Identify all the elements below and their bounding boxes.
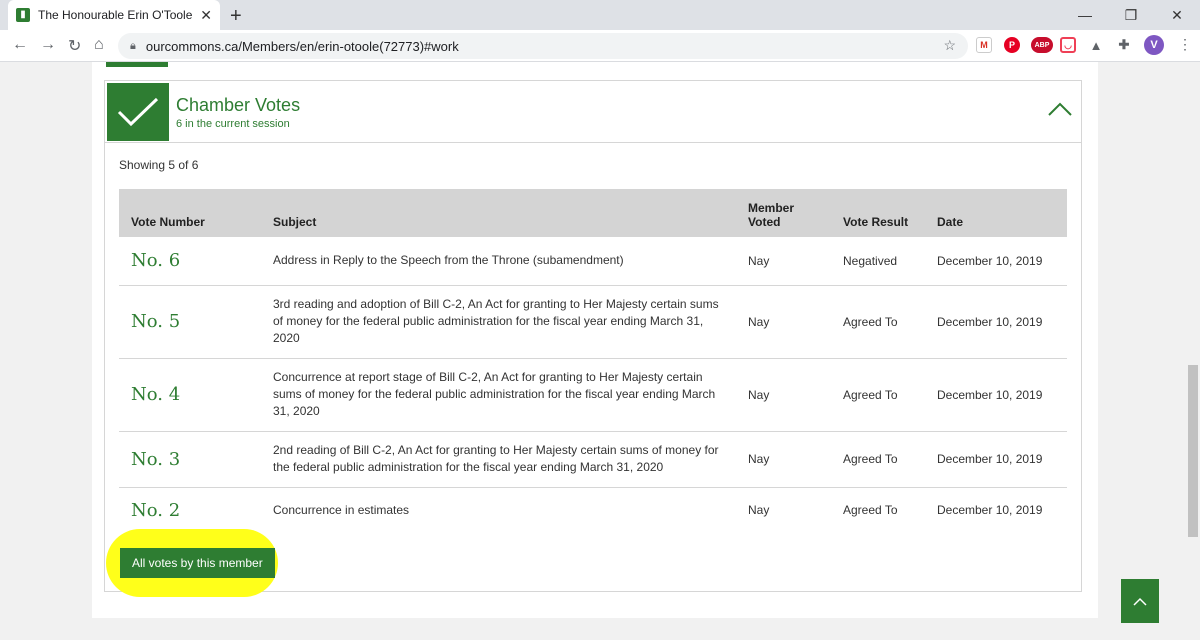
header-vote-result: Vote Result — [831, 189, 925, 237]
browser-tab[interactable]: ▮ The Honourable Erin O'Toole - M ✕ — [8, 0, 220, 30]
close-tab-icon[interactable]: ✕ — [200, 7, 212, 24]
table-row: No. 5 3rd reading and adoption of Bill C… — [119, 285, 1067, 359]
vote-result: Agreed To — [831, 358, 925, 432]
member-voted: Nay — [736, 285, 831, 359]
header-member-voted-line1: Member — [748, 201, 795, 215]
panel-header[interactable]: Chamber Votes 6 in the current session — [105, 81, 1081, 143]
minimize-icon[interactable]: — — [1062, 0, 1108, 30]
lock-icon: 🔒︎ — [130, 39, 136, 52]
drive-icon[interactable]: ▲ — [1088, 37, 1104, 53]
puzzle-icon[interactable]: ✚ — [1116, 37, 1132, 53]
profile-avatar[interactable]: V — [1144, 35, 1164, 55]
vote-result: Agreed To — [831, 431, 925, 488]
page-scrollbar[interactable] — [1185, 62, 1200, 640]
window-controls: — ❐ ✕ — [1062, 0, 1200, 30]
vote-date: December 10, 2019 — [925, 285, 1067, 359]
vote-subject: 2nd reading of Bill C-2, An Act for gran… — [261, 431, 736, 488]
vote-subject: 3rd reading and adoption of Bill C-2, An… — [261, 285, 736, 359]
vote-subject: Concurrence at report stage of Bill C-2,… — [261, 358, 736, 432]
vote-result: Agreed To — [843, 503, 898, 518]
chevron-up-icon[interactable] — [1047, 101, 1073, 122]
previous-section-tab — [106, 62, 168, 67]
showing-count: Showing 5 of 6 — [119, 158, 199, 172]
header-member-voted: Member Voted — [736, 189, 831, 237]
reload-icon[interactable]: ↻ — [68, 36, 81, 56]
vote-date: December 10, 2019 — [925, 237, 1067, 286]
gmail-icon[interactable]: M — [976, 37, 992, 53]
table-row: No. 3 2nd reading of Bill C-2, An Act fo… — [119, 431, 1067, 488]
pocket-icon[interactable]: ◡ — [1060, 37, 1076, 53]
header-date: Date — [925, 189, 1067, 237]
tab-title: The Honourable Erin O'Toole - M — [38, 8, 197, 22]
adblock-plus-icon[interactable]: ABP — [1031, 37, 1053, 53]
vote-date: December 10, 2019 — [925, 358, 1067, 432]
bookmark-star-icon[interactable]: ☆ — [943, 37, 956, 54]
home-icon[interactable]: ⌂ — [94, 36, 104, 54]
vote-number-link[interactable]: No. 4 — [119, 358, 261, 432]
kebab-menu-icon[interactable]: ⋮ — [1178, 36, 1192, 53]
member-voted: Nay — [736, 358, 831, 432]
header-vote-number: Vote Number — [119, 189, 261, 237]
vote-result: Agreed To — [831, 285, 925, 359]
all-votes-button[interactable]: All votes by this member — [120, 548, 275, 578]
table-row: No. 6 Address in Reply to the Speech fro… — [119, 237, 1067, 286]
back-to-top-button[interactable] — [1121, 579, 1159, 623]
member-voted: Nay — [748, 503, 770, 518]
member-voted: Nay — [736, 431, 831, 488]
vote-number-link[interactable]: No. 5 — [119, 285, 261, 359]
address-bar[interactable]: 🔒︎ ourcommons.ca/Members/en/erin-otoole(… — [118, 33, 968, 59]
checkmark-icon — [107, 83, 169, 141]
table-header-row: Vote Number Subject Member Voted Vote Re… — [119, 189, 1067, 237]
pinterest-icon[interactable]: P — [1004, 37, 1020, 53]
restore-icon[interactable]: ❐ — [1108, 0, 1154, 30]
back-icon[interactable]: ← — [12, 36, 28, 54]
vote-subject: Address in Reply to the Speech from the … — [261, 237, 736, 286]
close-window-icon[interactable]: ✕ — [1154, 0, 1200, 30]
vote-number-link[interactable]: No. 6 — [119, 237, 261, 286]
chamber-votes-panel: Chamber Votes 6 in the current session S… — [104, 80, 1082, 592]
votes-table: Vote Number Subject Member Voted Vote Re… — [119, 189, 1067, 533]
url-text: ourcommons.ca/Members/en/erin-otoole(727… — [145, 38, 459, 54]
page-content: Chamber Votes 6 in the current session S… — [0, 62, 1200, 640]
scrollbar-thumb[interactable] — [1188, 365, 1198, 537]
vote-result: Negatived — [831, 237, 925, 286]
member-voted: Nay — [736, 237, 831, 286]
chevron-up-icon — [1133, 597, 1147, 606]
vote-number-link[interactable]: No. 3 — [119, 431, 261, 488]
parliament-favicon-icon: ▮ — [16, 8, 30, 22]
header-subject: Subject — [261, 189, 736, 237]
vote-subject: Concurrence in estimates — [273, 502, 410, 517]
browser-tab-bar: ▮ The Honourable Erin O'Toole - M ✕ + — … — [0, 0, 1200, 30]
panel-title: Chamber Votes — [176, 95, 301, 115]
forward-icon[interactable]: → — [40, 36, 56, 54]
table-row: No. 4 Concurrence at report stage of Bil… — [119, 358, 1067, 432]
new-tab-icon[interactable]: + — [230, 5, 242, 28]
vote-number-link[interactable]: No. 2 — [119, 487, 261, 533]
header-member-voted-line2: Voted — [748, 215, 781, 229]
table-row: No. 2 Concurrence in estimates Nay Agree… — [119, 487, 1067, 533]
panel-subtitle: 6 in the current session — [176, 118, 290, 130]
vote-date: December 10, 2019 — [925, 431, 1067, 488]
vote-date: December 10, 2019 — [937, 503, 1043, 518]
browser-toolbar: ← → ↻ ⌂ 🔒︎ ourcommons.ca/Members/en/erin… — [0, 30, 1200, 62]
